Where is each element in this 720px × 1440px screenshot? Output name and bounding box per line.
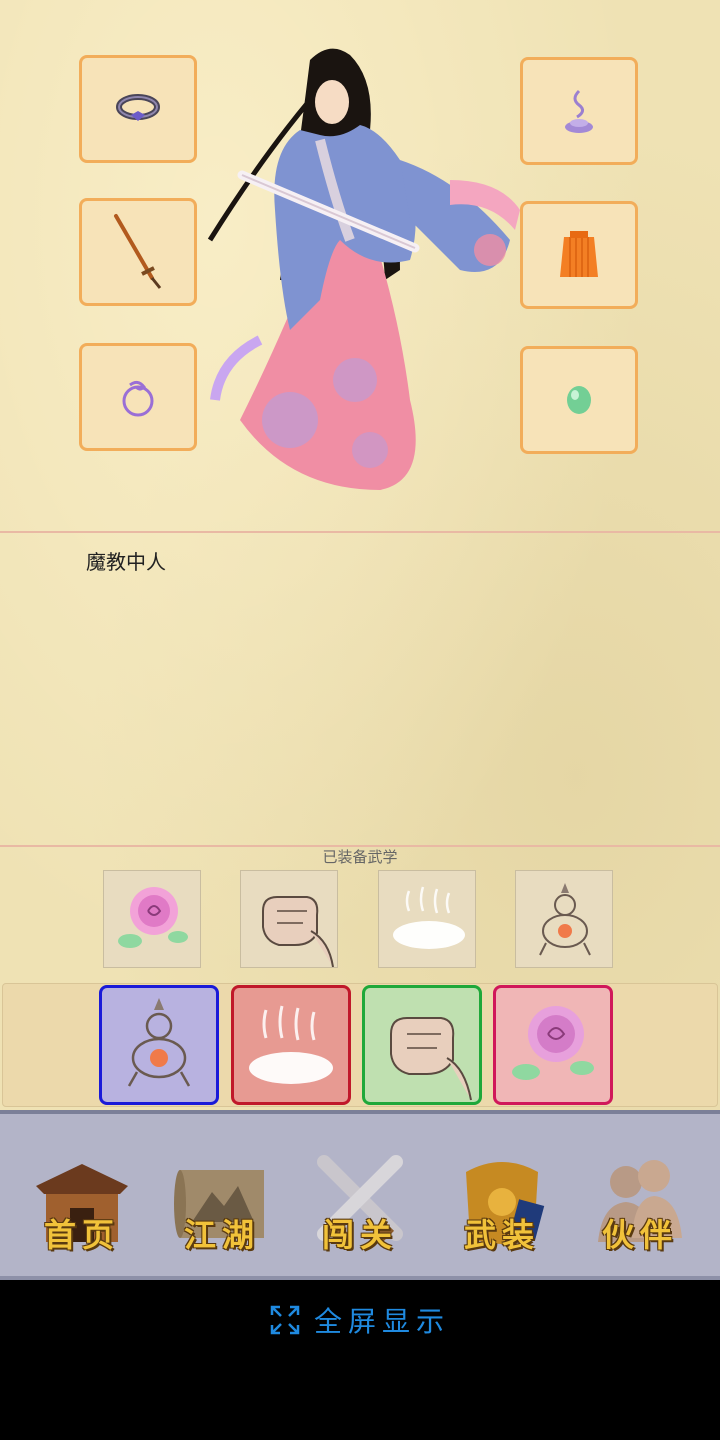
equip-slot-jade[interactable] <box>520 346 638 454</box>
equip-slot-robe[interactable] <box>520 201 638 309</box>
jade-icon <box>567 386 591 414</box>
nav-home-label: 首页 <box>43 1216 120 1254</box>
nav-companions[interactable]: 伙伴 <box>580 1142 700 1262</box>
ring-icon <box>122 380 154 417</box>
equipped-skill-fist[interactable] <box>240 870 338 968</box>
fist-icon <box>390 1017 472 1101</box>
nav-companions-label: 伙伴 <box>601 1216 678 1254</box>
bottom-navigation: 首页 江湖 闯关 武装 伙伴 <box>0 1110 720 1280</box>
divider-top <box>0 531 720 533</box>
skill-option-mist[interactable] <box>231 985 351 1105</box>
gourd-icon <box>539 883 591 956</box>
equip-slot-bracelet[interactable] <box>79 55 197 163</box>
nav-jianghu-label: 江湖 <box>183 1216 260 1254</box>
nav-home[interactable]: 首页 <box>22 1142 142 1262</box>
mist-icon <box>249 1005 333 1084</box>
fullscreen-button[interactable]: 全屏显示 <box>0 1300 720 1340</box>
rose-icon <box>512 1006 594 1080</box>
fist-icon <box>262 896 334 967</box>
nav-challenge-label: 闯关 <box>321 1216 398 1254</box>
skill-option-fist[interactable] <box>362 985 482 1105</box>
equipped-skill-gourd[interactable] <box>515 870 613 968</box>
nav-equipment-label: 武装 <box>463 1216 540 1254</box>
fullscreen-label: 全屏显示 <box>313 1305 450 1338</box>
equip-slot-ring[interactable] <box>79 343 197 451</box>
equip-slot-incense[interactable] <box>520 57 638 165</box>
nav-equipment[interactable]: 武装 <box>442 1142 562 1262</box>
nav-challenge[interactable]: 闯关 <box>300 1142 420 1262</box>
character-panel: 魔教中人 已装备武学 <box>0 0 720 1110</box>
incense-icon <box>565 89 593 133</box>
character-portrait <box>207 48 520 490</box>
bracelet-icon <box>116 94 160 121</box>
equip-slot-sword[interactable] <box>79 198 197 306</box>
skill-option-gourd[interactable] <box>99 985 219 1105</box>
nav-jianghu[interactable]: 江湖 <box>162 1142 282 1262</box>
robe-icon <box>560 231 598 277</box>
equipped-skills-label: 已装备武学 <box>322 848 398 866</box>
rose-icon <box>118 887 188 948</box>
gourd-icon <box>127 998 191 1087</box>
skill-option-rose[interactable] <box>493 985 613 1105</box>
mist-icon <box>393 886 465 949</box>
expand-icon <box>270 1305 300 1335</box>
equipped-skill-rose[interactable] <box>103 870 201 968</box>
equipped-skill-mist[interactable] <box>378 870 476 968</box>
character-name: 魔教中人 <box>86 550 166 574</box>
sword-icon <box>114 214 162 289</box>
